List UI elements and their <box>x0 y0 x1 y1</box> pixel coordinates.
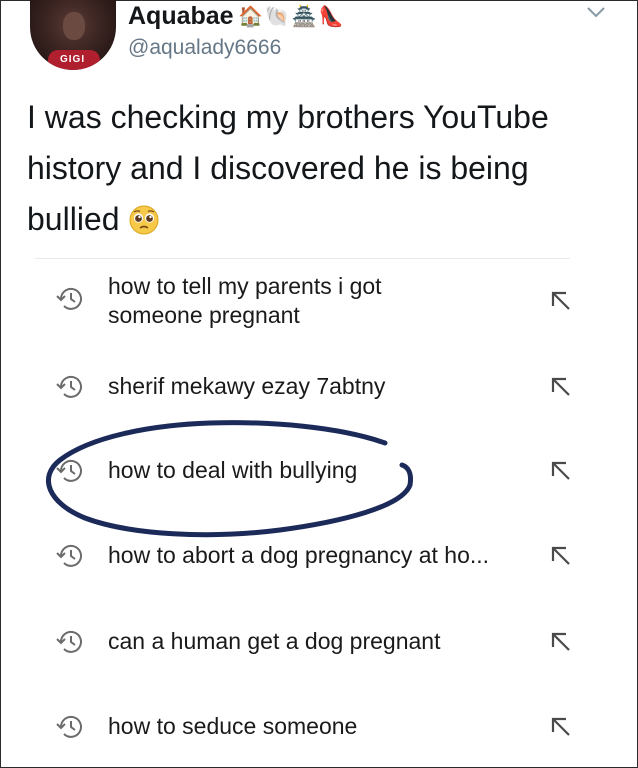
clock-history-icon <box>56 375 82 398</box>
clock-history-icon <box>56 287 82 310</box>
history-item-label: how to abort a dog pregnancy at ho... <box>108 542 490 568</box>
arrow-up-left-icon[interactable] <box>548 714 574 740</box>
arrow-up-left-icon[interactable] <box>548 288 574 314</box>
history-item-label-continued: someone pregnant <box>108 302 300 328</box>
history-item-label: how to tell my parents i got <box>108 273 382 299</box>
arrow-up-left-icon[interactable] <box>548 629 574 655</box>
arrow-up-left-icon[interactable] <box>548 374 574 400</box>
history-item-label: sherif mekawy ezay 7abtny <box>108 373 386 399</box>
arrow-up-left-icon[interactable] <box>548 543 574 569</box>
clock-history-icon <box>56 459 82 482</box>
history-item-label: how to seduce someone <box>108 713 358 739</box>
clock-history-icon <box>56 715 82 738</box>
arrow-up-left-icon[interactable] <box>548 458 574 484</box>
clock-history-icon <box>56 544 82 567</box>
history-item-label: how to deal with bullying <box>108 457 358 483</box>
clock-history-icon <box>56 630 82 653</box>
history-item-label: can a human get a dog pregnant <box>108 628 441 654</box>
search-history-list: how to tell my parents i got someone pre… <box>0 0 638 768</box>
